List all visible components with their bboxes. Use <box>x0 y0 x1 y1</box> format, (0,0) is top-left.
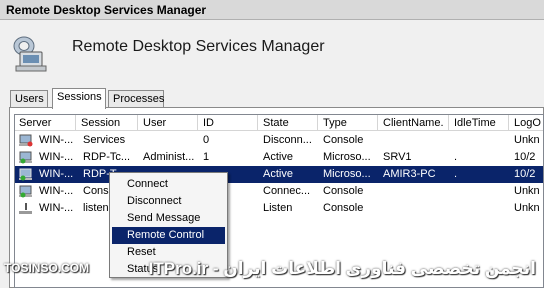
cell-logon: Unkn <box>514 202 540 214</box>
listener-icon <box>19 202 33 215</box>
context-menu: Connect Disconnect Send Message Remote C… <box>109 172 228 278</box>
cell-state: Active <box>263 151 293 163</box>
cell-server: WIN-... <box>39 202 74 214</box>
table-row[interactable]: WIN-... Cons Connec... Console Unkn <box>15 183 543 200</box>
cell-id: 1 <box>203 151 210 163</box>
cell-type: Console <box>323 134 364 146</box>
col-id[interactable]: ID <box>199 115 258 131</box>
cell-state: Listen <box>263 202 293 214</box>
cell-clientname <box>379 183 449 200</box>
cell-idletime <box>450 183 510 200</box>
cell-type: Microso... <box>323 151 371 163</box>
table-row[interactable]: WIN-... listen 6 Listen Console Unkn <box>15 200 543 217</box>
tab-sessions[interactable]: Sessions <box>52 88 106 109</box>
menu-item-disconnect[interactable]: Disconnect <box>112 193 225 210</box>
rdp-session-icon <box>19 168 33 181</box>
cell-session: RDP-Tc... <box>83 151 131 163</box>
col-idletime[interactable]: IdleTime <box>450 115 509 131</box>
col-clientname[interactable]: ClientName. <box>379 115 449 131</box>
cell-logon: 10/2 <box>514 168 536 180</box>
cell-id: 0 <box>203 134 210 146</box>
col-session[interactable]: Session <box>77 115 138 131</box>
cell-clientname <box>379 132 449 149</box>
cell-idletime: . <box>454 151 458 163</box>
cell-idletime <box>450 200 510 217</box>
col-logon[interactable]: LogO <box>510 115 543 131</box>
rdp-session-icon <box>19 151 33 164</box>
window-titlebar: Remote Desktop Services Manager <box>0 0 544 20</box>
cell-server: WIN-... <box>39 168 74 180</box>
cell-clientname: AMIR3-PC <box>383 168 436 180</box>
cell-clientname: SRV1 <box>383 151 412 163</box>
cell-type: Microso... <box>323 168 371 180</box>
cell-server: WIN-... <box>39 134 74 146</box>
tab-processes[interactable]: Processes <box>108 90 164 108</box>
cell-state: Disconn... <box>263 134 312 146</box>
tab-users[interactable]: Users <box>10 90 48 108</box>
cell-server: WIN-... <box>39 151 74 163</box>
tab-strip: Users Sessions Processes <box>0 88 544 109</box>
cell-type: Console <box>323 185 364 197</box>
menu-item-connect[interactable]: Connect <box>112 176 225 193</box>
cell-user: Administ... <box>143 151 195 163</box>
cell-clientname <box>379 200 449 217</box>
table-row-selected[interactable]: WIN-... RDP-T... Active Microso... AMIR3… <box>15 166 543 183</box>
col-server[interactable]: Server <box>15 115 76 131</box>
cell-server: WIN-... <box>39 185 74 197</box>
cell-logon: Unkn <box>514 134 540 146</box>
cell-idletime <box>450 132 510 149</box>
menu-item-send-message[interactable]: Send Message <box>112 210 225 227</box>
col-state[interactable]: State <box>259 115 318 131</box>
cell-logon: 10/2 <box>514 151 536 163</box>
cell-idletime: . <box>454 168 458 180</box>
col-type[interactable]: Type <box>319 115 378 131</box>
console-session-icon <box>19 185 33 198</box>
snapin-header: Remote Desktop Services Manager <box>0 20 544 90</box>
menu-item-status[interactable]: Status <box>112 261 225 278</box>
table-row[interactable]: WIN-... Services 0 Disconn... Console Un… <box>15 132 543 149</box>
cell-logon: Unkn <box>514 185 540 197</box>
cell-session: Services <box>83 134 126 146</box>
menu-item-remote-control[interactable]: Remote Control <box>112 227 225 244</box>
cell-type: Console <box>323 202 364 214</box>
window-title: Remote Desktop Services Manager <box>6 3 207 17</box>
column-headers: Server Session User ID State Type Client… <box>15 115 543 131</box>
table-row[interactable]: WIN-... RDP-Tc... Administ... 1 Active M… <box>15 149 543 166</box>
sessions-list[interactable]: Server Session User ID State Type Client… <box>14 114 544 288</box>
cell-user <box>139 132 199 149</box>
page-title: Remote Desktop Services Manager <box>72 38 325 55</box>
cell-state: Connec... <box>263 185 311 197</box>
computer-wrench-icon <box>10 32 50 74</box>
server-session-icon <box>19 134 33 147</box>
menu-item-reset[interactable]: Reset <box>112 244 225 261</box>
col-user[interactable]: User <box>139 115 198 131</box>
cell-state: Active <box>263 168 293 180</box>
